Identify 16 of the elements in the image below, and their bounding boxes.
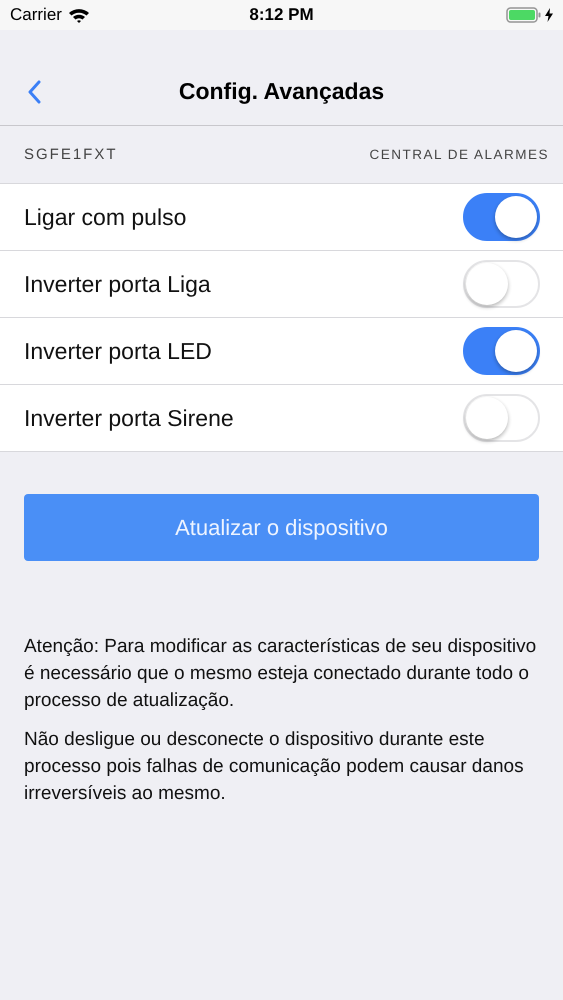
warning-paragraph: Não desligue ou desconecte o dispositivo durante este processo pois falhas de comunicação podem causar danos irreversíveis ao mesmo. <box>24 728 525 806</box>
setting-label: Inverter porta Liga <box>24 270 212 298</box>
wifi-icon <box>68 7 90 23</box>
setting-label: Inverter porta Sirene <box>24 404 235 432</box>
device-id: SGFE1FXT <box>24 146 118 163</box>
device-type: CENTRAL DE ALARMES <box>369 147 549 162</box>
warning-paragraph: Atenção: Para modificar as características de seu dispositivo é necessário que o mesmo esteja conectado durante todo o processo de atualização. <box>24 635 538 713</box>
setting-label: Ligar com pulso <box>24 204 188 230</box>
battery-icon <box>506 7 542 23</box>
setting-label: Inverter porta LED <box>24 338 213 364</box>
update-button[interactable]: Atualizar o dispositivo <box>24 494 539 561</box>
carrier-name: Carrier <box>10 5 62 25</box>
toggle-switch[interactable] <box>463 193 540 241</box>
screen-title: Config. Avançadas <box>178 78 384 105</box>
status-time: 8:12 PM <box>249 5 314 25</box>
toggle-switch[interactable] <box>463 327 540 375</box>
